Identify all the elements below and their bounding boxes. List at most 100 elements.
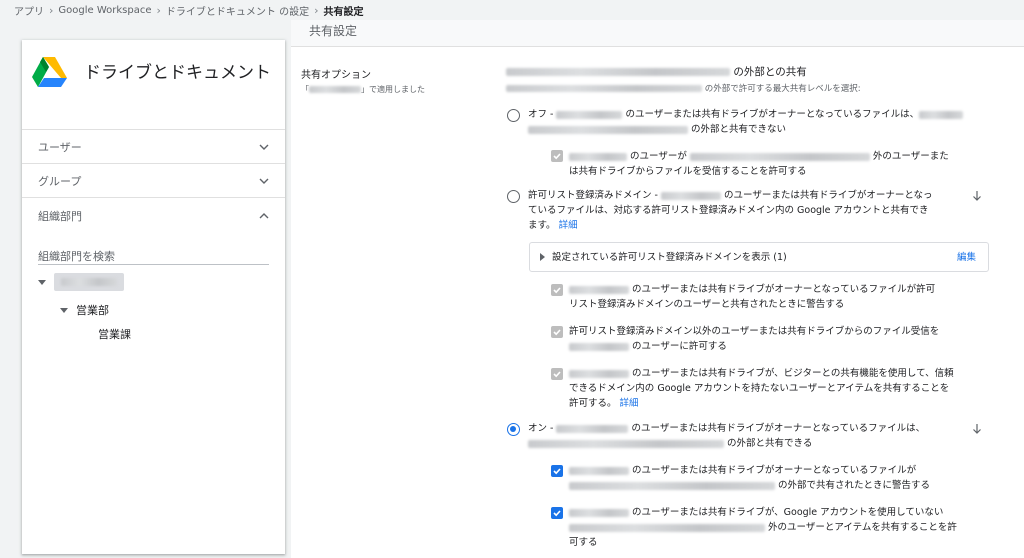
off-line1-mid: のユーザーまたは共有ドライブがオーナーとなっているファイルは、 bbox=[625, 109, 920, 120]
app-title: ドライブとドキュメント bbox=[84, 63, 271, 83]
on-sub2-suffix: 外のユーザーとアイテムを共有することを許 bbox=[768, 522, 957, 533]
on-line1: オン - のユーザーまたは共有ドライブがオーナーとなっているファイルは、 bbox=[528, 421, 925, 436]
applied-prefix: 「 bbox=[301, 85, 309, 94]
tree-item-label: 営業課 bbox=[98, 328, 131, 341]
triangle-down-icon[interactable] bbox=[38, 279, 46, 285]
allowlist-sub3-line1: のユーザーまたは共有ドライブが、ビジターとの共有機能を使用して、信頼 bbox=[569, 366, 954, 381]
allowlist-sub1-line1: のユーザーまたは共有ドライブがオーナーとなっているファイルが許可 bbox=[569, 282, 935, 297]
allowlist-sub2-line1: 許可リスト登録済みドメイン以外のユーザーまたは共有ドライブからのファイル受信を bbox=[569, 326, 940, 337]
tree-item-sales-section[interactable]: 営業課 bbox=[98, 326, 131, 342]
checkbox-allowlist-visitor[interactable] bbox=[551, 368, 563, 380]
allowlist-line3: ます。 詳細 bbox=[528, 218, 578, 233]
visitor-details-link[interactable]: 詳細 bbox=[620, 398, 639, 409]
on-sub1-line1: のユーザーまたは共有ドライブがオーナーとなっているファイルが bbox=[569, 463, 916, 478]
off-sub-line1: のユーザーが 外のユーザーまた bbox=[569, 149, 949, 164]
checkmark-icon bbox=[553, 287, 561, 294]
google-drive-logo-icon bbox=[32, 57, 67, 87]
tree-item-label: 営業部 bbox=[76, 304, 109, 317]
sharing-heading: の外部との共有 bbox=[506, 65, 807, 80]
allowlist-line3-text: ます。 bbox=[528, 220, 556, 231]
checkmark-icon bbox=[553, 468, 561, 475]
off-sub-suffix: 外のユーザーまた bbox=[872, 151, 949, 162]
breadcrumb-apps[interactable]: アプリ bbox=[14, 3, 44, 18]
checkmark-icon bbox=[553, 371, 561, 378]
allowlist-details-link[interactable]: 詳細 bbox=[559, 220, 578, 231]
chevron-right-icon: › bbox=[156, 3, 161, 17]
off-line1: オフ - のユーザーまたは共有ドライブがオーナーとなっているファイルは、 bbox=[528, 107, 964, 122]
triangle-down-icon[interactable] bbox=[60, 307, 68, 313]
checkbox-off-receive[interactable] bbox=[551, 150, 563, 162]
allowlist-line2: ているファイルは、対応する許可リスト登録済みドメイン内の Google アカウン… bbox=[528, 205, 929, 216]
tree-item-sales-dept[interactable]: 営業部 bbox=[60, 302, 109, 318]
checkmark-icon bbox=[553, 510, 561, 517]
off-sub-line2: は共有ドライブからファイルを受信することを許可する bbox=[569, 166, 807, 177]
applied-suffix: 」で適用しました bbox=[361, 85, 425, 94]
on-line2: の外部と共有できる bbox=[528, 436, 812, 451]
allowlist-domains-expander[interactable]: 設定されている許可リスト登録済みドメインを表示 (1) 編集 bbox=[529, 242, 989, 272]
on-line1-suffix: のユーザーまたは共有ドライブがオーナーとなっているファイルは、 bbox=[631, 423, 926, 434]
off-sub-mid: のユーザーが bbox=[630, 151, 687, 162]
allowlist-line1-suffix: のユーザーまたは共有ドライブがオーナーとなっ bbox=[724, 190, 933, 201]
allowlist-sub3-line3: 許可する。 詳細 bbox=[569, 396, 639, 411]
radio-allowlist[interactable] bbox=[507, 190, 520, 203]
allowlist-sub3-text: のユーザーまたは共有ドライブが、ビジターとの共有機能を使用して、信頼 bbox=[632, 368, 954, 379]
heading-suffix: の外部との共有 bbox=[733, 66, 807, 78]
arrow-down-icon bbox=[973, 191, 981, 201]
on-prefix: オン - bbox=[528, 423, 554, 434]
chevron-up-icon bbox=[259, 212, 269, 218]
edit-allowlist-link[interactable]: 編集 bbox=[957, 249, 976, 263]
allowlist-prefix: 許可リスト登録済みドメイン - bbox=[528, 190, 658, 201]
checkbox-allowlist-receive[interactable] bbox=[551, 326, 563, 338]
chevron-down-icon bbox=[259, 178, 269, 184]
on-sub2-line1: のユーザーまたは共有ドライブが、Google アカウントを使用していない bbox=[569, 505, 943, 520]
allowlist-sub2-line2: のユーザーに許可する bbox=[569, 339, 727, 354]
radio-on[interactable] bbox=[507, 423, 520, 436]
on-sub2-line2: 外のユーザーとアイテムを共有することを許 bbox=[569, 520, 957, 535]
allowlist-sub2-text: のユーザーに許可する bbox=[632, 341, 727, 352]
breadcrumb-drive-settings[interactable]: ドライブとドキュメント の設定 bbox=[166, 3, 309, 18]
checkmark-icon bbox=[553, 153, 561, 160]
allowlist-sub1-text: のユーザーまたは共有ドライブがオーナーとなっているファイルが許可 bbox=[632, 284, 936, 295]
allowlist-sub3-line2: できるドメイン内の Google アカウントを持たないユーザーとアイテムを共有す… bbox=[569, 383, 950, 394]
chevron-right-icon: › bbox=[49, 3, 54, 17]
on-sub1-text: のユーザーまたは共有ドライブがオーナーとなっているファイルが bbox=[632, 465, 917, 476]
breadcrumb-current: 共有設定 bbox=[323, 6, 364, 18]
checkbox-allowlist-warn[interactable] bbox=[551, 284, 563, 296]
app-header: ドライブとドキュメント bbox=[22, 40, 285, 130]
page-title: 共有設定 bbox=[291, 20, 1024, 47]
section-org-units-label: 組織部門 bbox=[38, 209, 82, 223]
section-groups[interactable]: グループ bbox=[22, 165, 285, 198]
section-users-label: ユーザー bbox=[38, 141, 82, 154]
option-label: 共有オプション bbox=[301, 70, 371, 81]
triangle-right-icon bbox=[540, 253, 545, 261]
allowlist-line1: 許可リスト登録済みドメイン - のユーザーまたは共有ドライブがオーナーとなっ bbox=[528, 188, 933, 203]
section-org-units[interactable]: 組織部門 bbox=[22, 199, 285, 232]
breadcrumb: アプリ › Google Workspace › ドライブとドキュメント の設定… bbox=[0, 0, 1024, 20]
section-users[interactable]: ユーザー bbox=[22, 131, 285, 164]
off-prefix: オフ - bbox=[528, 109, 554, 120]
checkbox-on-warn[interactable] bbox=[551, 465, 563, 477]
on-sub2-text: のユーザーまたは共有ドライブが、Google アカウントを使用していない bbox=[632, 507, 944, 518]
off-line2-suffix: の外部と共有できない bbox=[691, 124, 787, 135]
allowlist-sub3-line3-text: 許可する。 bbox=[569, 398, 617, 409]
on-sub1-suffix: の外部で共有されたときに警告する bbox=[778, 480, 931, 491]
on-line2-suffix: の外部と共有できる bbox=[727, 438, 813, 449]
allowlist-sub1-line2: リスト登録済みドメインのユーザーと共有されたときに警告する bbox=[569, 299, 845, 310]
checkbox-on-visitor[interactable] bbox=[551, 507, 563, 519]
radio-off[interactable] bbox=[507, 109, 520, 122]
subheading-suffix: の外部で許可する最大共有レベルを選択: bbox=[704, 84, 861, 94]
org-unit-search-input[interactable]: 組織部門を検索 bbox=[38, 245, 269, 265]
off-line2: の外部と共有できない bbox=[528, 122, 786, 137]
sidebar-card: ドライブとドキュメント ユーザー グループ 組織部門 組織部門を検索 営業部 営… bbox=[22, 40, 285, 554]
main-panel: 共有設定 共有オプション 「 」で適用しました の外部との共有 の外部で許可する最… bbox=[291, 20, 1024, 558]
expander-label: 設定されている許可リスト登録済みドメインを表示 (1) bbox=[552, 252, 787, 263]
tree-root[interactable] bbox=[38, 273, 124, 291]
sharing-subheading: の外部で許可する最大共有レベルを選択: bbox=[506, 82, 861, 97]
section-groups-label: グループ bbox=[38, 175, 82, 188]
checkmark-icon bbox=[553, 329, 561, 336]
on-sub2-line3: 可する bbox=[569, 537, 598, 548]
breadcrumb-workspace[interactable]: Google Workspace bbox=[58, 5, 151, 16]
arrow-down-icon bbox=[973, 424, 981, 434]
on-sub1-line2: の外部で共有されたときに警告する bbox=[569, 478, 930, 493]
chevron-right-icon: › bbox=[314, 3, 319, 17]
